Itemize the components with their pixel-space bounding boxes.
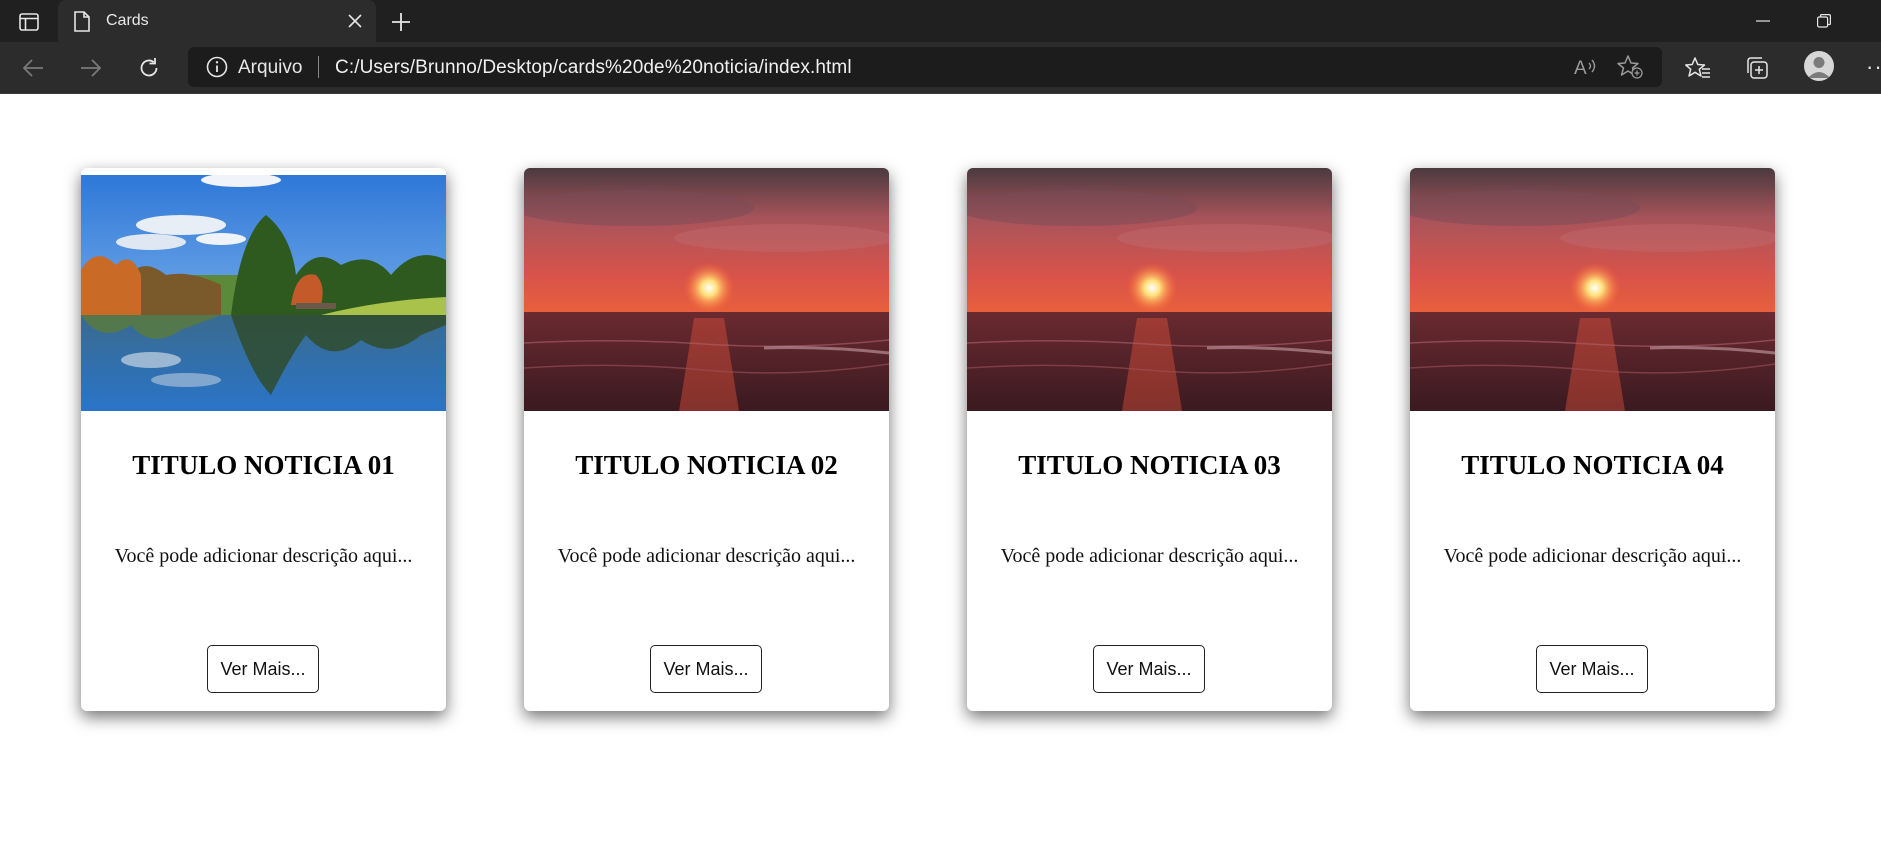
ver-mais-button[interactable]: Ver Mais... [1093, 645, 1205, 693]
page-icon [74, 11, 90, 32]
back-icon [22, 59, 43, 77]
restore-button[interactable] [1794, 0, 1854, 42]
card-image-sunset [967, 168, 1332, 411]
url-text[interactable]: C:/Users/Brunno/Desktop/cards%20de%20not… [335, 57, 852, 79]
collections-icon [1747, 57, 1768, 79]
favorites-button[interactable] [1683, 53, 1713, 83]
card-title: TITULO NOTICIA 02 [575, 450, 838, 480]
news-card: TITULO NOTICIA 04 Você pode adicionar de… [1410, 168, 1775, 711]
card-description: Você pode adicionar descrição aqui... [557, 545, 856, 567]
close-icon [348, 14, 362, 28]
news-card: TITULO NOTICIA 01 Você pode adicionar de… [81, 168, 446, 711]
info-icon[interactable] [206, 56, 228, 78]
close-tab-button[interactable] [344, 10, 366, 32]
news-card: TITULO NOTICIA 03 Você pode adicionar de… [967, 168, 1332, 711]
card-image-sunset [1410, 168, 1775, 411]
browser-titlebar: Cards [0, 0, 1881, 42]
read-aloud-glyph: A [1574, 58, 1587, 79]
ver-mais-button[interactable]: Ver Mais... [207, 645, 319, 693]
forward-icon [81, 59, 102, 77]
ver-mais-button[interactable]: Ver Mais... [650, 645, 762, 693]
minimize-button[interactable] [1733, 0, 1793, 42]
card-image-lake [81, 175, 446, 411]
profile-icon [1808, 57, 1830, 78]
profile-button[interactable] [1804, 51, 1834, 81]
sidebar-icon [19, 13, 39, 31]
site-info-label[interactable]: Arquivo [238, 57, 302, 79]
card-title: TITULO NOTICIA 04 [1461, 450, 1724, 480]
card-title: TITULO NOTICIA 03 [1018, 450, 1281, 480]
back-button[interactable] [17, 52, 49, 84]
news-card: TITULO NOTICIA 02 Você pode adicionar de… [524, 168, 889, 711]
tab-actions-button[interactable] [12, 9, 46, 35]
card-title: TITULO NOTICIA 01 [132, 450, 395, 480]
card-image-sunset [524, 168, 889, 411]
plus-icon [392, 13, 410, 31]
add-favorite-icon[interactable] [1616, 54, 1644, 80]
ver-mais-button[interactable]: Ver Mais... [1536, 645, 1648, 693]
restore-icon [1817, 14, 1831, 28]
refresh-button[interactable] [133, 52, 165, 84]
card-description: Você pode adicionar descrição aqui... [1443, 545, 1742, 567]
new-tab-button[interactable] [388, 9, 414, 35]
browser-toolbar: Arquivo C:/Users/Brunno/Desktop/cards%20… [0, 42, 1881, 94]
card-description: Você pode adicionar descrição aqui... [1000, 545, 1299, 567]
collections-button[interactable] [1742, 53, 1772, 83]
address-bar[interactable]: Arquivo C:/Users/Brunno/Desktop/cards%20… [188, 47, 1662, 87]
refresh-icon [140, 58, 158, 77]
forward-button[interactable] [75, 52, 107, 84]
card-description: Você pode adicionar descrição aqui... [114, 545, 413, 567]
favorites-icon [1685, 57, 1710, 78]
browser-tab[interactable]: Cards [58, 0, 376, 42]
more-icon[interactable]: ··· [1866, 54, 1881, 80]
read-aloud-icon[interactable]: A [1573, 55, 1599, 79]
address-separator [318, 56, 319, 78]
minimize-icon [1756, 20, 1770, 22]
tab-title: Cards [106, 12, 149, 29]
